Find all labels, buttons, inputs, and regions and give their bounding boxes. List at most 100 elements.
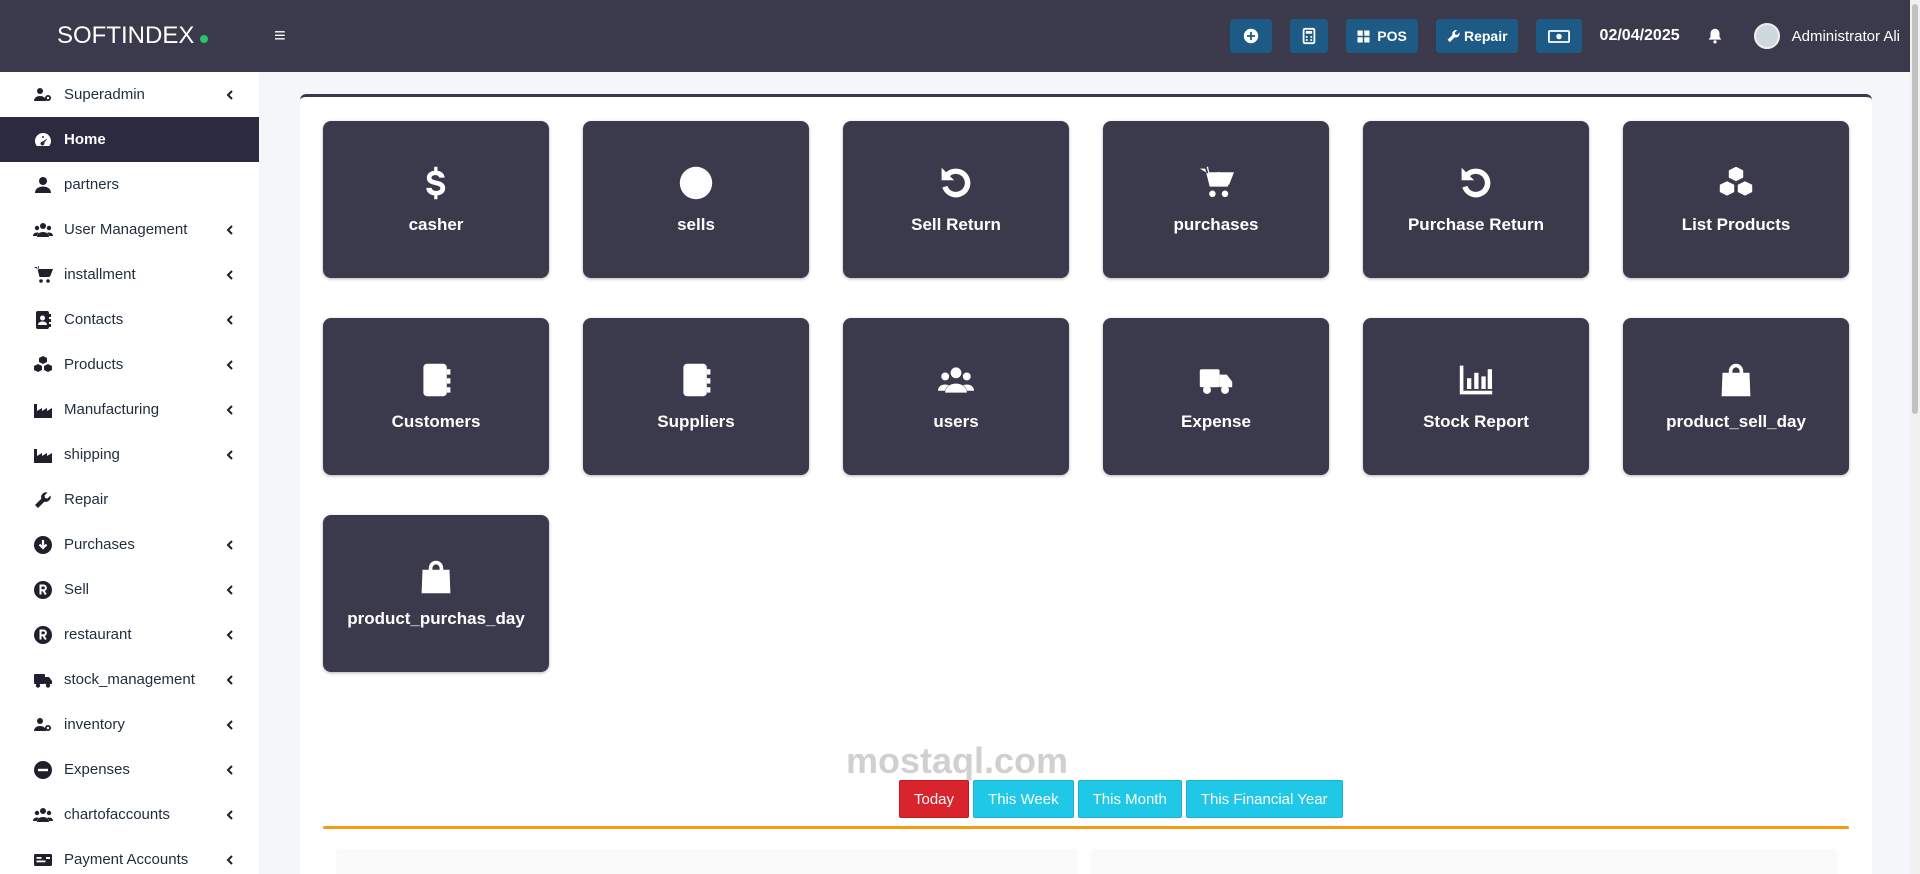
chevron-left-icon: [226, 629, 233, 640]
pos-button[interactable]: POS: [1345, 19, 1418, 53]
brand-logo[interactable]: SOFTINDEX: [0, 22, 258, 50]
money-check-icon: [34, 853, 52, 866]
top-navbar: SOFTINDEX ≡ POS Repair 02/04/2025 Admini…: [0, 0, 1910, 72]
sidebar-item-chartofaccounts[interactable]: chartofaccounts: [0, 792, 259, 837]
sidebar-item-shipping[interactable]: shipping: [0, 432, 259, 477]
panel-divider: [323, 826, 1849, 829]
sidebar-item-label: Sell: [64, 581, 90, 598]
tile-product-purchas-day[interactable]: product_purchas_day: [323, 515, 549, 672]
watermark: mostaql.com: [846, 740, 1069, 781]
tile-stock-report[interactable]: Stock Report: [1363, 318, 1589, 475]
chevron-left-icon: [226, 89, 233, 100]
filter-today-button[interactable]: Today: [899, 780, 970, 818]
scrollbar[interactable]: [1910, 0, 1920, 874]
sidebar-item-label: stock_management: [64, 671, 195, 688]
sidebar-item-purchases[interactable]: Purchases: [0, 522, 259, 567]
tile-label: Purchase Return: [1407, 214, 1545, 234]
scrollbar-thumb[interactable]: [1912, 4, 1918, 414]
money-icon: [1547, 29, 1570, 43]
tile-label: product_sell_day: [1666, 411, 1806, 431]
tile-list-products[interactable]: List Products: [1623, 121, 1849, 278]
sidebar-item-payment-accounts[interactable]: Payment Accounts: [0, 837, 259, 874]
tile-suppliers[interactable]: Suppliers: [583, 318, 809, 475]
sidebar-item-label: Home: [64, 131, 106, 148]
filter-this-month-button[interactable]: This Month: [1077, 780, 1182, 818]
sidebar-item-stock-management[interactable]: stock_management: [0, 657, 259, 702]
chevron-left-icon: [226, 854, 233, 865]
repair-button[interactable]: Repair: [1435, 19, 1518, 53]
sidebar-item-expenses[interactable]: Expenses: [0, 747, 259, 792]
sidebar-item-contacts[interactable]: Contacts: [0, 297, 259, 342]
undo-icon: [1461, 167, 1491, 197]
user-icon: [35, 176, 51, 193]
bell-icon[interactable]: [1706, 27, 1724, 45]
sidebar-icon: [33, 220, 53, 240]
chevron-left-icon: [226, 809, 233, 820]
sidebar-icon: [33, 535, 53, 555]
undo-icon: [941, 167, 971, 197]
sidebar-item-user-management[interactable]: User Management: [0, 207, 259, 252]
sidebar-item-partners[interactable]: partners: [0, 162, 259, 207]
filter-this-week-button[interactable]: This Week: [973, 780, 1074, 818]
wrench-icon: [35, 491, 51, 508]
sidebar-item-label: Products: [64, 356, 124, 373]
sidebar-icon: [33, 580, 53, 600]
dashboard-panel: casher sells Sell Return purchases Purchase …: [300, 94, 1872, 874]
registered-icon: [679, 166, 713, 199]
sidebar-icon: [33, 850, 53, 870]
tile-label: users: [933, 411, 979, 431]
sidebar-icon: [33, 625, 53, 645]
tile-purchases[interactable]: purchases: [1103, 121, 1329, 278]
add-button[interactable]: [1229, 19, 1272, 53]
sidebar-item-repair[interactable]: Repair: [0, 477, 259, 522]
sidebar-icon: [33, 670, 53, 690]
sidebar-item-label: Contacts: [64, 311, 124, 328]
tile-users[interactable]: users: [843, 318, 1069, 475]
wrench-icon: [1447, 30, 1460, 43]
tile-sells[interactable]: sells: [583, 121, 809, 278]
sidebar-icon: [33, 490, 53, 510]
sidebar-icon: [33, 760, 53, 780]
avatar[interactable]: [1753, 23, 1780, 49]
cubes-icon: [34, 355, 52, 372]
tile-label: purchases: [1173, 214, 1259, 234]
tile-customers[interactable]: Customers: [323, 318, 549, 475]
sidebar-item-label: Payment Accounts: [64, 851, 189, 868]
sidebar-item-superadmin[interactable]: Superadmin: [0, 72, 259, 117]
sidebar-icon: [33, 265, 53, 285]
sidebar-icon: [33, 400, 53, 420]
cart-plus-icon: [34, 265, 53, 283]
chevron-left-icon: [226, 359, 233, 370]
address-book-icon: [36, 310, 51, 329]
user-name[interactable]: Administrator Ali: [1792, 28, 1900, 45]
cubes-icon: [1719, 166, 1753, 196]
address-book-icon: [423, 363, 451, 396]
shortcut-tiles: casher sells Sell Return purchases Purchase …: [323, 121, 1849, 672]
sidebar-item-installment[interactable]: installment: [0, 252, 259, 297]
sidebar-item-manufacturing[interactable]: Manufacturing: [0, 387, 259, 432]
sidebar-item-sell[interactable]: Sell: [0, 567, 259, 612]
tile-purchase-return[interactable]: Purchase Return: [1363, 121, 1589, 278]
sidebar-item-label: Repair: [64, 491, 109, 508]
sidebar-icon: [33, 130, 53, 150]
shopping-bag-icon: [421, 560, 451, 593]
cash-button[interactable]: [1535, 19, 1582, 53]
tile-product-sell-day[interactable]: product_sell_day: [1623, 318, 1849, 475]
date-filter-group: Today This Week This Month This Financial Y…: [899, 780, 1343, 818]
sidebar-item-home[interactable]: Home: [0, 117, 259, 162]
summary-panel-right: [1091, 849, 1837, 874]
pos-label: POS: [1377, 28, 1407, 44]
tile-sell-return[interactable]: Sell Return: [843, 121, 1069, 278]
calculator-button[interactable]: [1289, 19, 1328, 53]
sidebar-icon: [33, 310, 53, 330]
filter-this-financial-year-button[interactable]: This Financial Year: [1185, 780, 1343, 818]
sidebar-item-restaurant[interactable]: restaurant: [0, 612, 259, 657]
hamburger-icon[interactable]: ≡: [274, 25, 286, 48]
tile-expense[interactable]: Expense: [1103, 318, 1329, 475]
dollar-icon: [426, 166, 446, 199]
sidebar-item-inventory[interactable]: inventory: [0, 702, 259, 747]
tile-casher[interactable]: casher: [323, 121, 549, 278]
sidebar-item-products[interactable]: Products: [0, 342, 259, 387]
plus-circle-icon: [1243, 28, 1258, 44]
status-dot: [200, 35, 209, 43]
